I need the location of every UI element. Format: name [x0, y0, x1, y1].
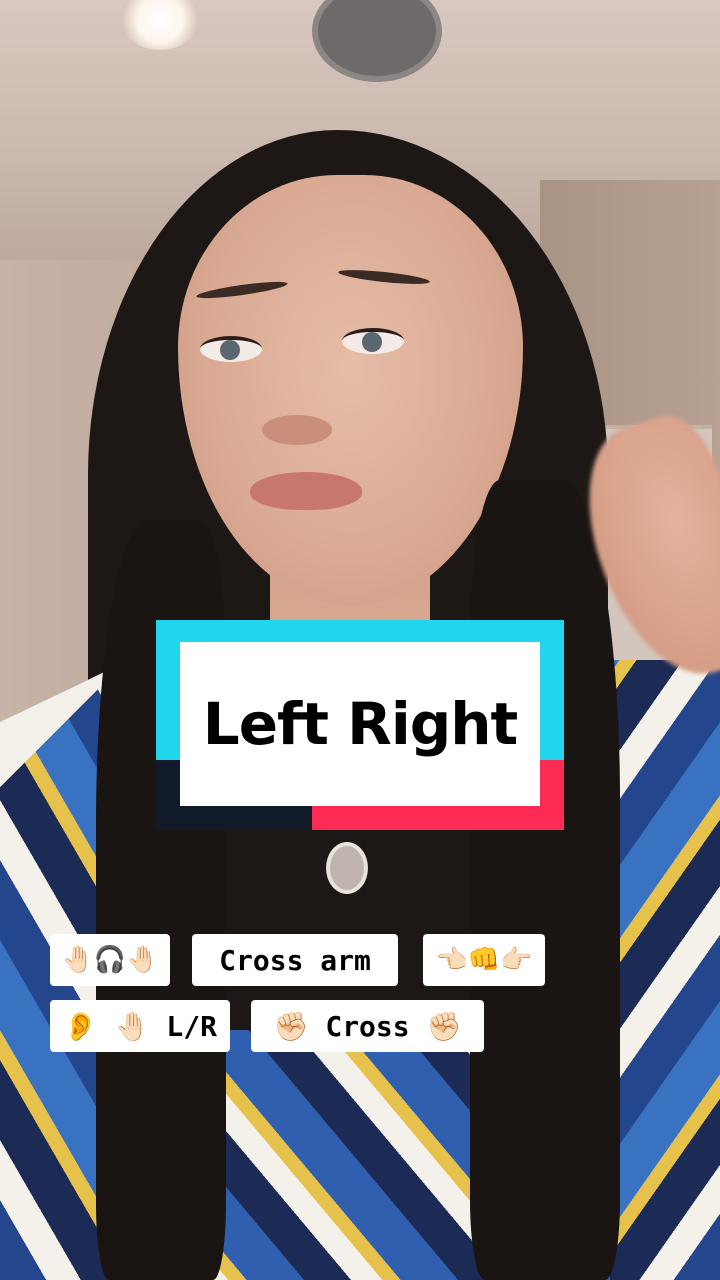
title-text: Left Right: [202, 690, 519, 758]
caption-chip-ear-hand-lr: 👂 🤚🏻 L/R: [50, 1000, 230, 1052]
right-eye: [342, 328, 404, 354]
necklace-pendant: [326, 842, 368, 894]
caption-chip-hands-headphones: 🤚🏻🎧🤚🏻: [50, 934, 170, 986]
hair-strands-right: [470, 480, 620, 1280]
caption-chip-fist-cross: ✊🏻 Cross ✊🏻: [251, 1000, 484, 1052]
caption-chip-cross-arm: Cross arm: [192, 934, 398, 986]
title-sticker-panel: Left Right: [180, 642, 540, 806]
nose: [262, 415, 332, 445]
title-sticker: Left Right: [156, 620, 564, 830]
left-eye: [200, 336, 262, 362]
caption-chip-pointing-fist: 👈🏻👊👉🏻: [423, 934, 545, 986]
lips: [250, 472, 362, 510]
